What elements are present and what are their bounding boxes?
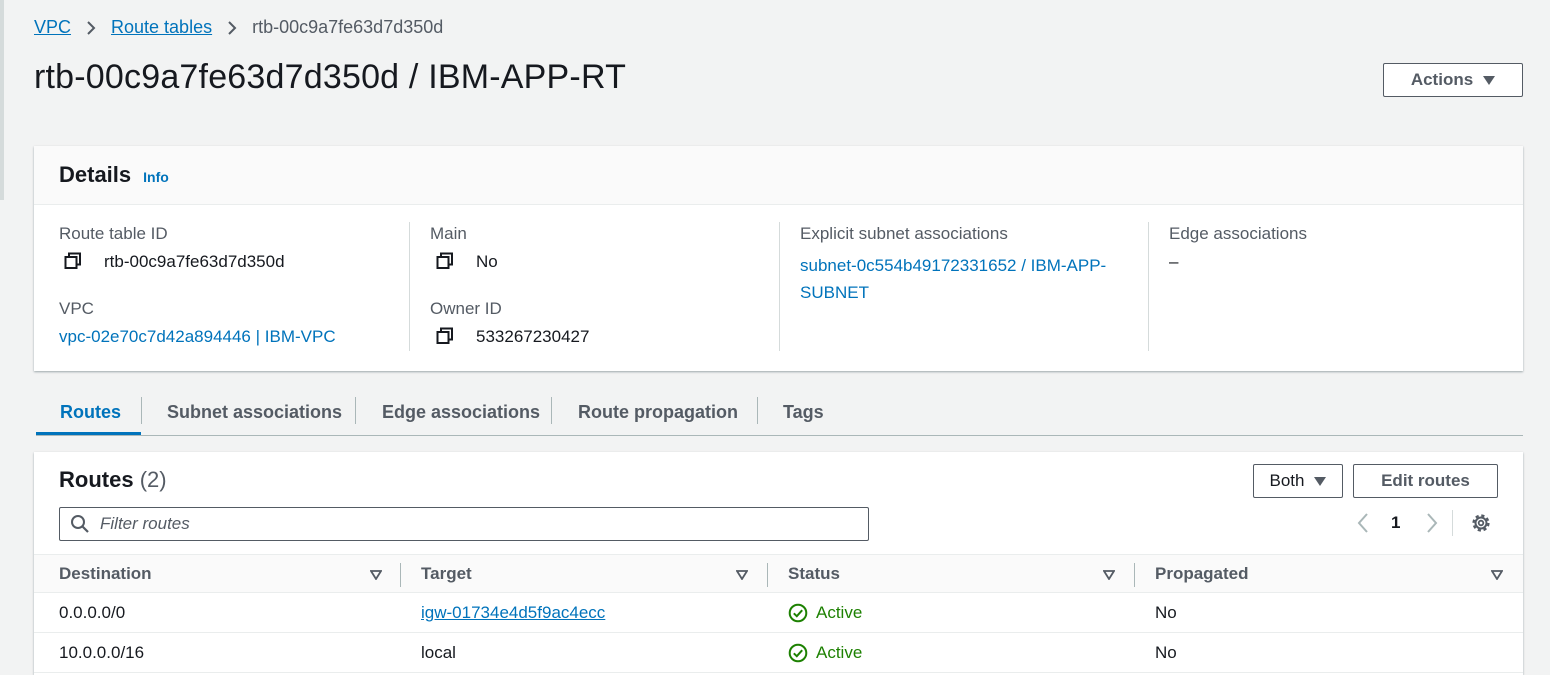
main: No	[476, 252, 498, 271]
routes-title: Routes	[59, 467, 134, 492]
pager-separator	[1452, 510, 1453, 536]
column-header-destination[interactable]: Destination	[59, 555, 152, 593]
vpc-label: VPC	[59, 299, 94, 318]
tab-separator	[141, 397, 142, 424]
tab-bar: Routes Subnet associations Edge associat…	[36, 390, 1523, 436]
column-header-target[interactable]: Target	[421, 555, 472, 593]
routes-heading: Routes (2)	[59, 467, 167, 493]
column-header-status[interactable]: Status	[788, 555, 840, 593]
table-row[interactable]: 10.0.0.0/16 local Active No	[34, 633, 1523, 673]
tab-separator	[757, 397, 758, 424]
sort-caret-icon[interactable]	[370, 570, 382, 580]
routes-table-header: Destination Target Status Propagated	[34, 554, 1523, 593]
tab-routes[interactable]: Routes	[60, 390, 121, 434]
target-cell: local	[421, 642, 456, 662]
sort-caret-icon[interactable]	[1103, 570, 1115, 580]
actions-button[interactable]: Actions	[1383, 63, 1523, 97]
owner-id-value: 533267230427	[436, 327, 589, 347]
status-text: Active	[816, 642, 863, 662]
both-filter-select[interactable]: Both	[1253, 464, 1343, 498]
column-divider[interactable]	[1134, 563, 1135, 587]
check-circle-icon	[788, 603, 808, 622]
tab-separator	[551, 397, 552, 424]
tab-subnet-associations[interactable]: Subnet associations	[167, 390, 342, 434]
route-table-id-value: rtb-00c9a7fe63d7d350d	[64, 252, 285, 272]
chevron-right-icon	[71, 20, 111, 36]
search-icon	[71, 515, 89, 533]
tab-tags[interactable]: Tags	[783, 390, 824, 434]
gear-icon[interactable]	[1470, 512, 1492, 534]
explicit-subnet-line1: subnet-0c554b49172331652 / IBM-APP-	[800, 256, 1107, 275]
breadcrumb-current: rtb-00c9a7fe63d7d350d	[252, 17, 444, 37]
sort-caret-icon[interactable]	[736, 570, 748, 580]
status-cell: Active	[788, 633, 862, 672]
edit-routes-button[interactable]: Edit routes	[1353, 464, 1498, 498]
routes-panel: Routes (2) Both Edit routes Filter route…	[34, 452, 1523, 675]
breadcrumb-route-tables[interactable]: Route tables	[111, 17, 212, 38]
copy-icon[interactable]	[64, 252, 84, 272]
route-table-id-label: Route table ID	[59, 224, 168, 243]
caret-down-icon	[1314, 476, 1327, 486]
explicit-subnet-link[interactable]: subnet-0c554b49172331652 / IBM-APP- SUBN…	[800, 252, 1106, 306]
column-divider[interactable]	[400, 563, 401, 587]
active-tab-indicator	[36, 432, 141, 435]
destination-cell: 10.0.0.0/16	[59, 642, 145, 662]
column-divider[interactable]	[767, 563, 768, 587]
both-label: Both	[1269, 471, 1305, 490]
tab-edge-associations[interactable]: Edge associations	[382, 390, 540, 434]
vpc-link[interactable]: vpc-02e70c7d42a894446 | IBM-VPC	[59, 327, 336, 347]
details-title: Details	[59, 162, 132, 187]
details-panel: Details Info Route table ID rtb-00c9a7fe…	[34, 146, 1523, 371]
explicit-subnet-label: Explicit subnet associations	[800, 224, 1008, 243]
table-row[interactable]: 0.0.0.0/0 igw-01734e4d5f9ac4ecc Active N…	[34, 593, 1523, 633]
target-link[interactable]: igw-01734e4d5f9ac4ecc	[421, 593, 605, 632]
details-column-3: Explicit subnet associations subnet-0c55…	[779, 222, 1150, 351]
page-title: rtb-00c9a7fe63d7d350d / IBM-APP-RT	[34, 58, 627, 96]
copy-icon[interactable]	[436, 252, 456, 272]
tab-route-propagation[interactable]: Route propagation	[578, 390, 738, 434]
check-circle-icon	[788, 643, 808, 662]
propagated-cell: No	[1155, 602, 1177, 622]
actions-label: Actions	[1410, 70, 1474, 89]
breadcrumb: VPC Route tables rtb-00c9a7fe63d7d350d	[34, 17, 443, 38]
edge-associations-label: Edge associations	[1169, 224, 1307, 243]
left-edge-rule	[0, 0, 4, 200]
chevron-right-icon	[212, 20, 252, 36]
details-info-link[interactable]: Info	[143, 169, 169, 185]
details-header: Details Info	[34, 146, 1523, 205]
explicit-subnet-line2: SUBNET	[800, 283, 869, 302]
sort-caret-icon[interactable]	[1491, 570, 1503, 580]
propagated-cell: No	[1155, 642, 1177, 662]
status-cell: Active	[788, 593, 862, 632]
routes-count: (2)	[139, 467, 167, 492]
details-column-2: Main No Owner ID 533267230427	[409, 222, 780, 351]
destination-cell: 0.0.0.0/0	[59, 602, 126, 622]
status-text: Active	[816, 602, 863, 622]
edge-associations-value: –	[1169, 252, 1179, 271]
main-label: Main	[430, 224, 467, 243]
column-header-propagated[interactable]: Propagated	[1155, 555, 1249, 593]
owner-id-label: Owner ID	[430, 299, 502, 318]
page-number[interactable]: 1	[1391, 513, 1400, 533]
chevron-left-icon[interactable]	[1356, 512, 1370, 534]
chevron-right-icon[interactable]	[1425, 512, 1439, 534]
route-table-id: rtb-00c9a7fe63d7d350d	[104, 252, 285, 271]
details-column-1: Route table ID rtb-00c9a7fe63d7d350d VPC…	[59, 222, 409, 351]
filter-routes-input[interactable]: Filter routes	[59, 507, 869, 541]
owner-id: 533267230427	[476, 327, 590, 346]
filter-placeholder: Filter routes	[100, 514, 190, 533]
breadcrumb-vpc[interactable]: VPC	[34, 17, 71, 38]
tab-separator	[355, 397, 356, 424]
main-value: No	[436, 252, 498, 272]
copy-icon[interactable]	[436, 327, 456, 347]
details-column-4: Edge associations –	[1148, 222, 1519, 351]
caret-down-icon	[1483, 75, 1496, 85]
